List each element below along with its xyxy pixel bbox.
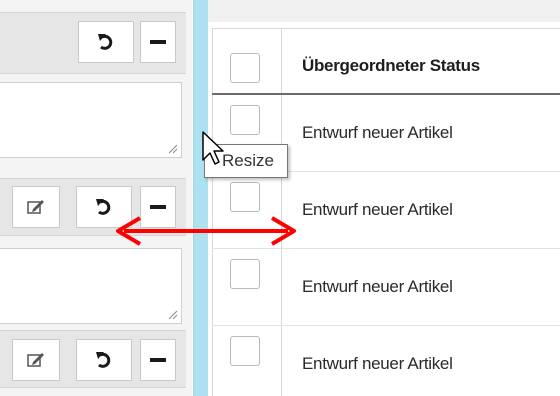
status-cell: Entwurf neuer Artikel [302, 200, 453, 219]
status-cell: Entwurf neuer Artikel [302, 123, 453, 142]
pane-splitter[interactable] [193, 0, 209, 396]
arrow-cursor-icon [202, 131, 224, 165]
left-pane [0, 0, 192, 396]
double-arrow-icon [116, 216, 296, 246]
resize-grip-icon[interactable] [168, 144, 178, 154]
header-check-cell [212, 29, 282, 93]
row-check-cell [212, 249, 282, 325]
panel-toolbar-3 [0, 330, 186, 388]
panel-toolbar-1 [0, 12, 186, 74]
resize-grip-icon[interactable] [168, 310, 178, 320]
status-table: Übergeordneter Status Entwurf neuer Arti… [212, 28, 560, 396]
undo-button[interactable] [76, 339, 132, 381]
edit-button[interactable] [12, 186, 60, 228]
edit-icon [27, 353, 44, 367]
undo-button[interactable] [78, 21, 134, 63]
text-area[interactable] [0, 248, 182, 324]
row-checkbox[interactable] [230, 105, 260, 135]
select-all-checkbox[interactable] [230, 53, 260, 83]
undo-icon [98, 34, 113, 50]
collapse-button[interactable] [140, 339, 176, 381]
row-check-cell [212, 326, 282, 396]
row-checkbox[interactable] [230, 182, 260, 212]
status-cell: Entwurf neuer Artikel [302, 354, 453, 373]
table-top-strip [208, 0, 560, 22]
minus-icon [150, 358, 166, 362]
row-checkbox[interactable] [230, 259, 260, 289]
table-header-row: Übergeordneter Status [212, 28, 560, 95]
undo-icon [96, 352, 111, 368]
edit-button[interactable] [12, 339, 60, 381]
minus-icon [150, 40, 166, 44]
table-row[interactable]: Entwurf neuer Artikel [212, 326, 560, 396]
edit-icon [27, 200, 44, 214]
row-checkbox[interactable] [230, 336, 260, 366]
table-row[interactable]: Entwurf neuer Artikel [212, 249, 560, 326]
column-header-status[interactable]: Übergeordneter Status [302, 56, 480, 76]
collapse-button[interactable] [140, 21, 176, 63]
status-cell: Entwurf neuer Artikel [302, 277, 453, 296]
text-area[interactable] [0, 82, 182, 158]
right-pane: Übergeordneter Status Entwurf neuer Arti… [208, 0, 560, 396]
